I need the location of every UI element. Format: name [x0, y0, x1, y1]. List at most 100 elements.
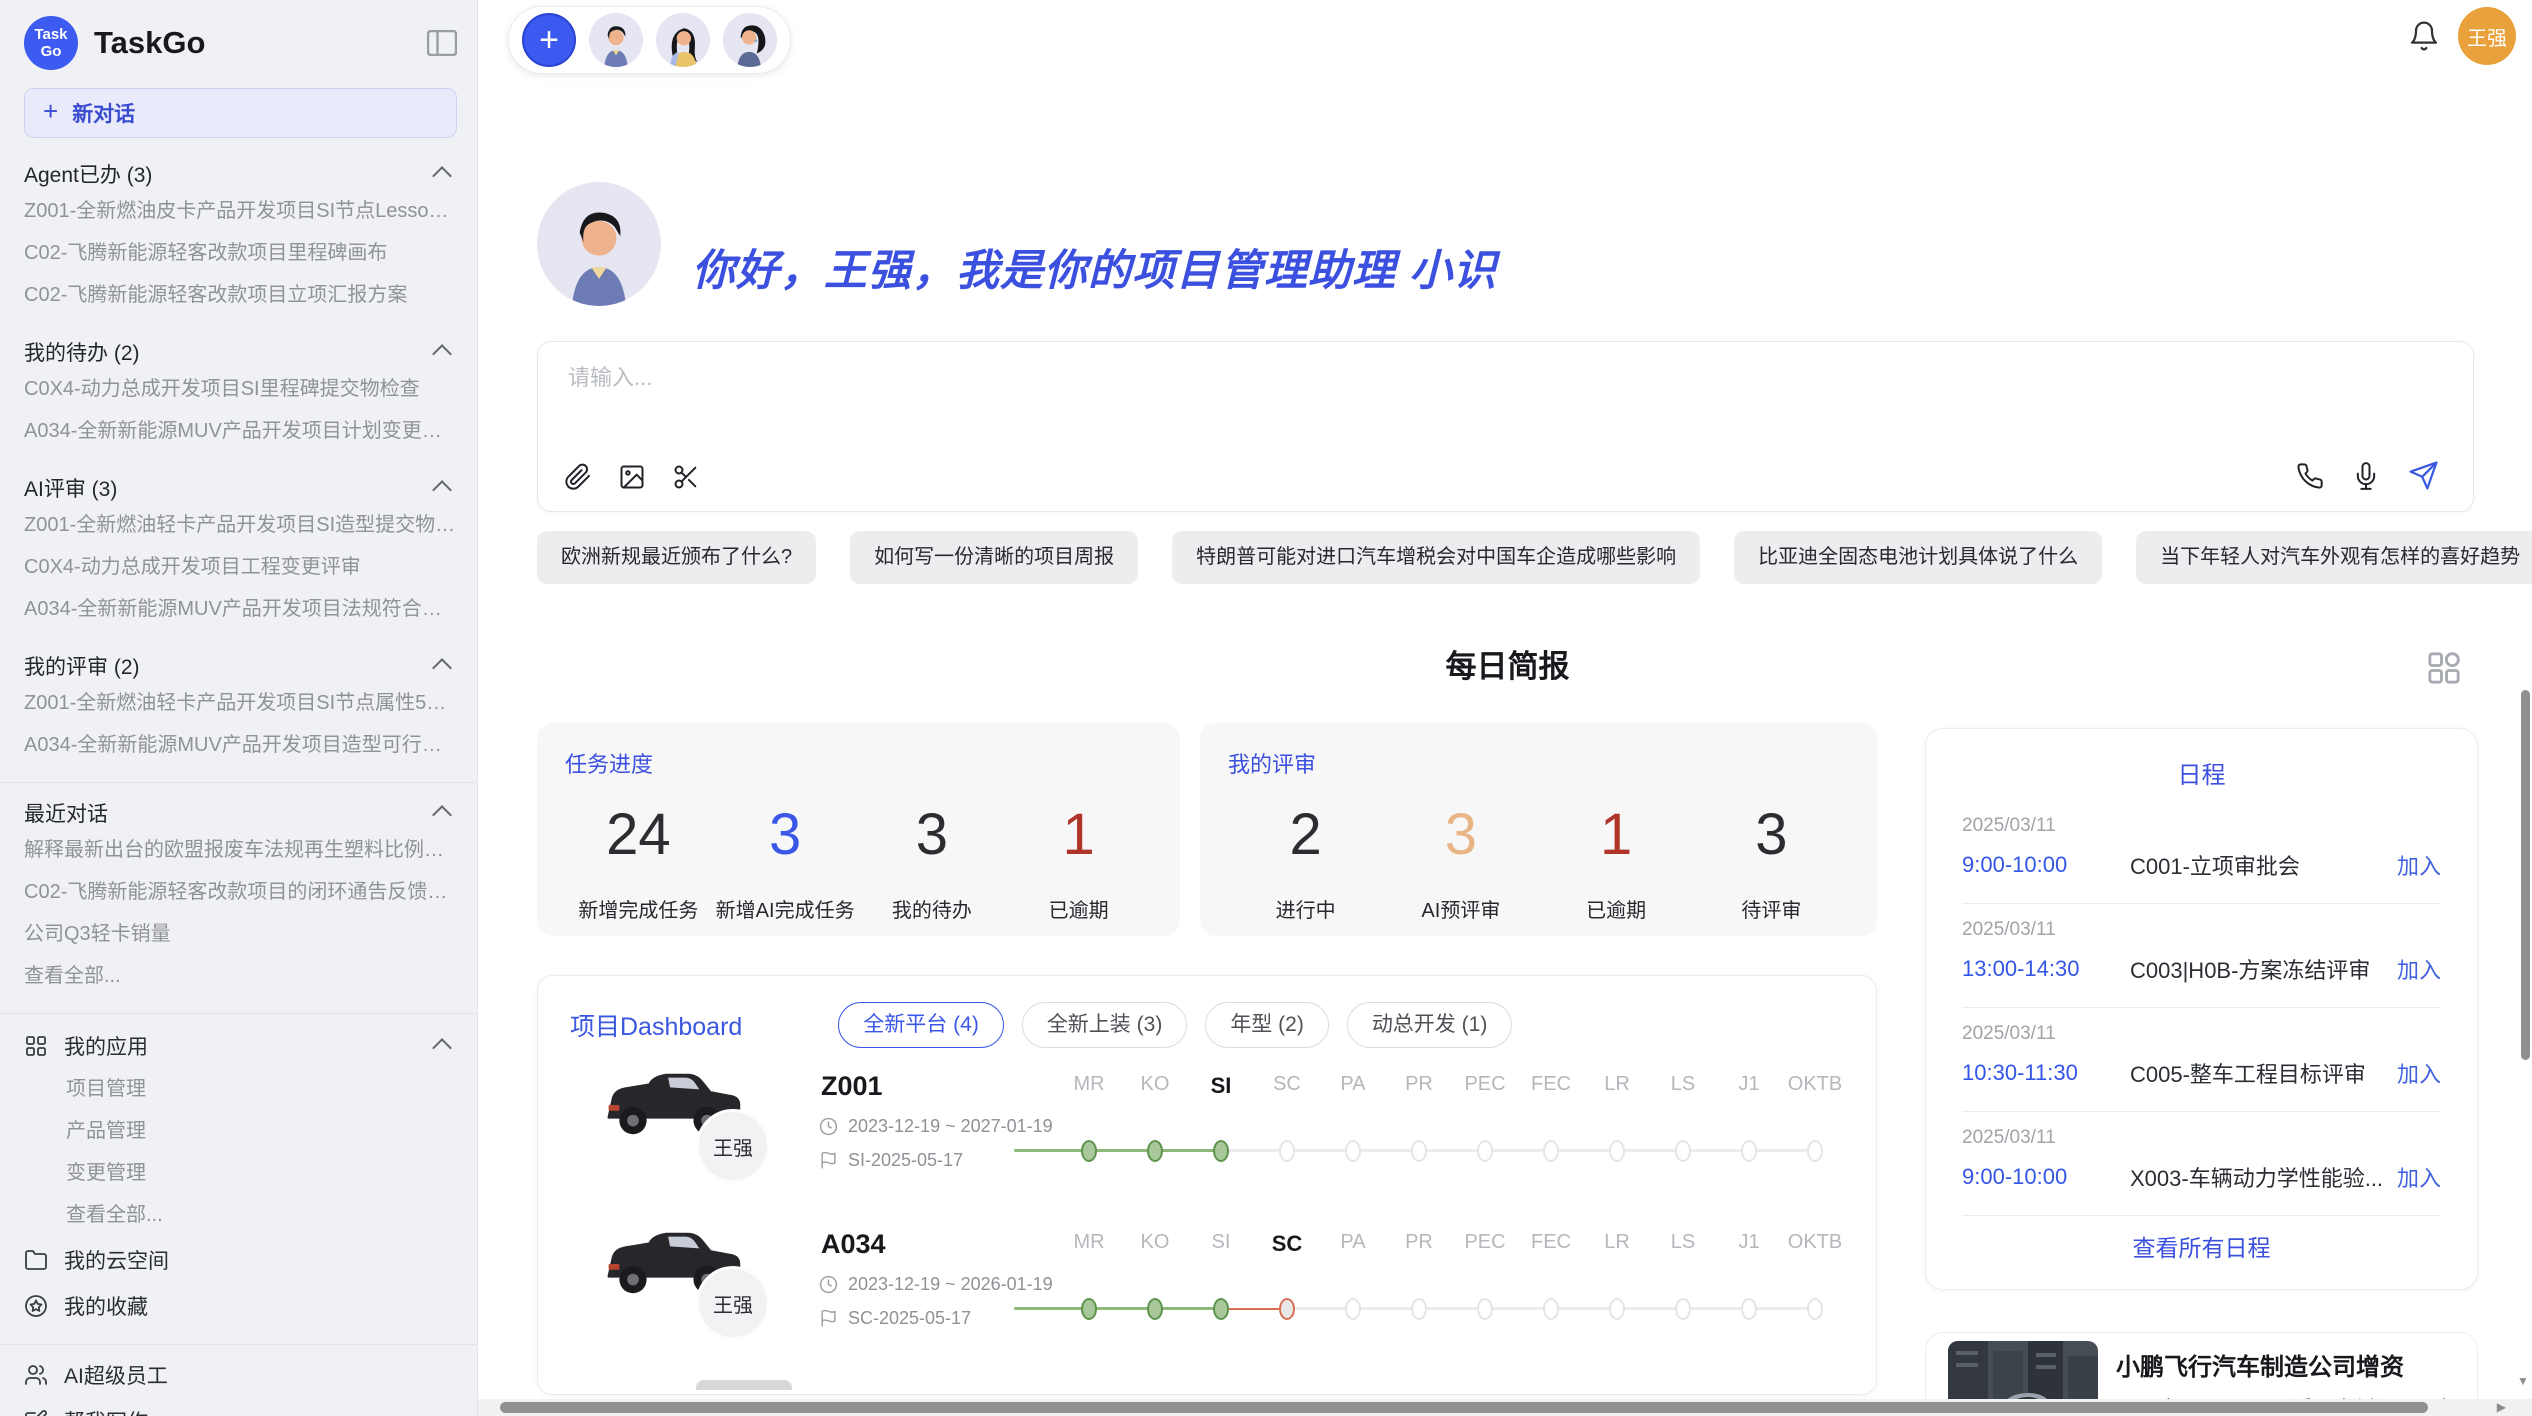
flag-icon — [819, 1151, 838, 1170]
suggestion-chip[interactable]: 欧洲新规最近颁布了什么? — [537, 531, 816, 584]
chevron-up-icon[interactable] — [432, 805, 452, 825]
divider — [0, 782, 477, 783]
view-all-apps[interactable]: 查看全部... — [24, 1194, 457, 1236]
sidebar-item-my-apps[interactable]: 我的应用 — [24, 1024, 457, 1068]
conversation-item[interactable]: C02-飞腾新能源轻客改款项目立项汇报方案 — [24, 274, 457, 316]
sidebar-collapse-icon[interactable] — [427, 30, 457, 56]
suggestion-chip[interactable]: 当下年轻人对汽车外观有怎样的喜好趋势 — [2136, 531, 2532, 584]
chevron-up-icon[interactable] — [432, 658, 452, 678]
divider — [0, 1344, 477, 1345]
chat-input[interactable] — [566, 358, 2270, 462]
schedule-name: C003|H0B-方案冻结评审 — [2130, 953, 2397, 985]
notifications-bell-icon[interactable] — [2408, 20, 2440, 52]
greeting-message: 你好，王强，我是你的项目管理助理 小识 — [692, 236, 1497, 298]
sidebar-section-agent-done[interactable]: Agent已办 (3) — [24, 158, 457, 190]
milestone-dot-done — [1213, 1298, 1229, 1320]
scissors-icon[interactable] — [672, 463, 700, 491]
vertical-scrollbar-thumb[interactable] — [2521, 690, 2530, 1060]
conversation-item[interactable]: C02-飞腾新能源轻客改款项目里程碑画布 — [24, 232, 457, 274]
schedule-name: C005-整车工程目标评审 — [2130, 1057, 2397, 1089]
sidebar-item-favorites[interactable]: 我的收藏 — [24, 1284, 457, 1328]
microphone-icon[interactable] — [2352, 462, 2380, 490]
my-review-card: 我的评审 2进行中 3AI预评审 1已逾期 3待评审 — [1200, 723, 1877, 936]
schedule-name: X003-车辆动力学性能验... — [2130, 1161, 2397, 1193]
composer-attachments — [564, 463, 700, 491]
chevron-up-icon[interactable] — [432, 344, 452, 364]
image-icon[interactable] — [618, 463, 646, 491]
sidebar-section-recent[interactable]: 最近对话 — [24, 797, 457, 829]
conversation-item[interactable]: Z001-全新燃油轻卡产品开发项目SI节点属性5D文件评审 — [24, 682, 457, 724]
milestone-label: PR — [1386, 1231, 1452, 1257]
suggestion-chip[interactable]: 特朗普可能对进口汽车增税会对中国车企造成哪些影响 — [1172, 531, 1700, 584]
layout-grid-icon[interactable] — [2424, 648, 2464, 688]
join-link[interactable]: 加入 — [2397, 1057, 2441, 1089]
suggestion-chip[interactable]: 如何写一份清晰的项目周报 — [850, 531, 1138, 584]
sidebar-item-help-me-write[interactable]: 帮我写作 — [24, 1399, 457, 1416]
app-link-project-mgmt[interactable]: 项目管理 — [24, 1068, 457, 1110]
view-all-schedule-link[interactable]: 查看所有日程 — [1926, 1229, 2477, 1263]
chevron-up-icon[interactable] — [432, 480, 452, 500]
suggestion-chip[interactable]: 比亚迪全固态电池计划具体说了什么 — [1734, 531, 2102, 584]
stat-label: 新增完成任务 — [565, 894, 712, 923]
project-dashboard-card: 项目Dashboard 全新平台 (4) 全新上装 (3) 年型 (2) 动总开… — [537, 975, 1877, 1395]
sidebar-section-my-todo[interactable]: 我的待办 (2) — [24, 336, 457, 368]
scroll-right-arrow[interactable]: ▶ — [2497, 1400, 2506, 1414]
milestone-dot-overdue — [1279, 1298, 1295, 1320]
milestone-label: J1 — [1716, 1073, 1782, 1099]
filter-chip-new-platform[interactable]: 全新平台 (4) — [838, 1002, 1004, 1048]
sidebar-section-my-review[interactable]: 我的评审 (2) — [24, 650, 457, 682]
conversation-item[interactable]: A034-全新新能源MUV产品开发项目计划变更表编写 — [24, 410, 457, 452]
milestone-label: MR — [1056, 1231, 1122, 1257]
logo-text-top: Task — [34, 26, 67, 43]
milestone-label: J1 — [1716, 1231, 1782, 1257]
conversation-item[interactable]: A034-全新新能源MUV产品开发项目法规符合性评审 — [24, 588, 457, 630]
filter-chip-new-body[interactable]: 全新上装 (3) — [1022, 1002, 1188, 1048]
scroll-down-arrow[interactable]: ▼ — [2517, 1374, 2529, 1388]
avatar[interactable] — [656, 13, 710, 67]
view-all-conversations[interactable]: 查看全部... — [24, 955, 457, 997]
milestone-dot — [1741, 1298, 1757, 1320]
join-link[interactable]: 加入 — [2397, 953, 2441, 985]
schedule-date: 2025/03/11 — [1962, 1011, 2441, 1045]
filter-chip-powertrain[interactable]: 动总开发 (1) — [1347, 1002, 1513, 1048]
user-avatar[interactable]: 王强 — [2458, 7, 2516, 65]
recent-conversation-item[interactable]: C02-飞腾新能源轻客改款项目的闭环通告反馈情况 — [24, 871, 457, 913]
stat: 24新增完成任务 — [565, 801, 712, 923]
milestone-label: LS — [1650, 1231, 1716, 1257]
conversation-item[interactable]: A034-全新新能源MUV产品开发项目造型可行性评审 — [24, 724, 457, 766]
recent-conversation-item[interactable]: 公司Q3轻卡销量 — [24, 913, 457, 955]
phone-icon[interactable] — [2296, 462, 2324, 490]
join-link[interactable]: 加入 — [2397, 849, 2441, 881]
conversation-item[interactable]: Z001-全新燃油皮卡产品开发项目SI节点Lesson Learn报告 — [24, 190, 457, 232]
sidebar-item-cloud-space[interactable]: 我的云空间 — [24, 1238, 457, 1282]
schedule-time: 9:00-10:00 — [1962, 852, 2130, 878]
chevron-up-icon[interactable] — [432, 1038, 452, 1058]
milestone-label: LS — [1650, 1073, 1716, 1099]
user-name: 王强 — [2467, 22, 2507, 51]
users-icon — [24, 1363, 48, 1387]
milestone-dot-done — [1081, 1298, 1097, 1320]
recent-conversation-item[interactable]: 解释最新出台的欧盟报废车法规再生塑料比例被调至15%... — [24, 829, 457, 871]
divider — [0, 1013, 477, 1014]
chevron-up-icon[interactable] — [432, 166, 452, 186]
send-icon[interactable] — [2408, 460, 2439, 491]
conversation-item[interactable]: C0X4-动力总成开发项目SI里程碑提交物检查 — [24, 368, 457, 410]
news-title: 小鹏飞行汽车制造公司增资 — [2116, 1347, 2404, 1382]
sidebar-section-ai-review[interactable]: AI评审 (3) — [24, 472, 457, 504]
app-link-change-mgmt[interactable]: 变更管理 — [24, 1152, 457, 1194]
horizontal-scrollbar[interactable]: ▶ — [478, 1399, 2532, 1416]
filter-chip-model-year[interactable]: 年型 (2) — [1205, 1002, 1329, 1048]
app-link-product-mgmt[interactable]: 产品管理 — [24, 1110, 457, 1152]
divider — [1962, 1007, 2441, 1008]
new-chat-button[interactable]: + 新对话 — [24, 88, 457, 138]
join-link[interactable]: 加入 — [2397, 1161, 2441, 1193]
conversation-item[interactable]: C0X4-动力总成开发项目工程变更评审 — [24, 546, 457, 588]
sidebar-item-ai-super-staff[interactable]: AI超级员工 — [24, 1353, 457, 1397]
card-title: 我的评审 — [1228, 747, 1849, 779]
conversation-item[interactable]: Z001-全新燃油轻卡产品开发项目SI造型提交物评审 — [24, 504, 457, 546]
horizontal-scrollbar-thumb[interactable] — [500, 1402, 2428, 1413]
avatar[interactable] — [723, 13, 777, 67]
paperclip-icon[interactable] — [564, 463, 592, 491]
add-contact-button[interactable]: + — [522, 13, 576, 67]
avatar[interactable] — [589, 13, 643, 67]
